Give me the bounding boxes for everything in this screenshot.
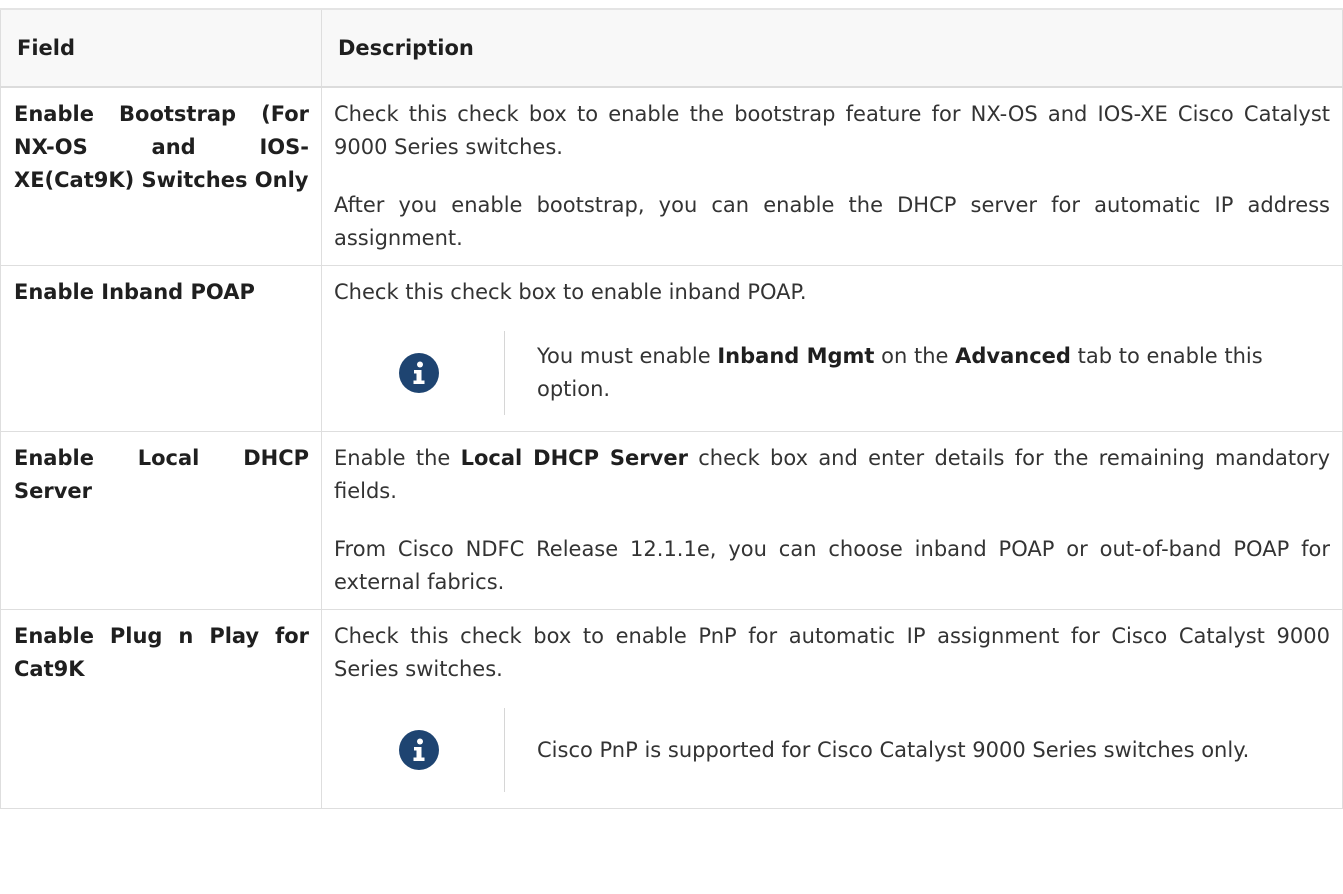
- field-name: Enable Local DHCP Server: [0, 431, 322, 610]
- info-note: Cisco PnP is supported for Cisco Catalys…: [334, 708, 1330, 792]
- field-name: Enable Inband POAP: [0, 265, 322, 432]
- description-paragraph: Enable the Local DHCP Server check box a…: [334, 446, 1330, 503]
- description-paragraph: Check this check box to enable the boots…: [334, 102, 1330, 159]
- note-divider: [504, 331, 505, 415]
- description-paragraph: Check this check box to enable PnP for a…: [334, 624, 1330, 681]
- field-description: Check this check box to enable inband PO…: [321, 265, 1343, 432]
- info-icon: [399, 353, 439, 393]
- description-paragraph: After you enable bootstrap, you can enab…: [334, 193, 1330, 250]
- note-text: Cisco PnP is supported for Cisco Catalys…: [537, 737, 1250, 762]
- table-row: Enable Inband POAP Check this check box …: [0, 265, 1343, 432]
- note-text: You must enable Inband Mgmt on the Advan…: [537, 344, 1263, 401]
- description-paragraph: Check this check box to enable inband PO…: [334, 280, 807, 304]
- field-name: Enable Plug n Play for Cat9K: [0, 609, 322, 809]
- description-paragraph: From Cisco NDFC Release 12.1.1e, you can…: [334, 537, 1330, 594]
- field-name: Enable Bootstrap (For NX-OS and IOS-XE(C…: [0, 86, 322, 266]
- info-icon: [399, 730, 439, 770]
- table-row: Enable Bootstrap (For NX-OS and IOS-XE(C…: [0, 86, 1343, 266]
- field-description-table: Field Description Enable Bootstrap (For …: [0, 8, 1343, 809]
- field-description: Check this check box to enable PnP for a…: [321, 609, 1343, 809]
- table-row: Enable Plug n Play for Cat9K Check this …: [0, 609, 1343, 809]
- field-description-table-wrapper: Field Description Enable Bootstrap (For …: [0, 8, 1343, 809]
- field-description: Check this check box to enable the boots…: [321, 86, 1343, 266]
- field-description: Enable the Local DHCP Server check box a…: [321, 431, 1343, 610]
- info-note: You must enable Inband Mgmt on the Advan…: [334, 331, 1330, 415]
- note-divider: [504, 708, 505, 792]
- header-field: Field: [0, 8, 322, 88]
- header-description: Description: [321, 8, 1343, 88]
- table-row: Enable Local DHCP Server Enable the Loca…: [0, 431, 1343, 610]
- table-header-row: Field Description: [0, 8, 1343, 88]
